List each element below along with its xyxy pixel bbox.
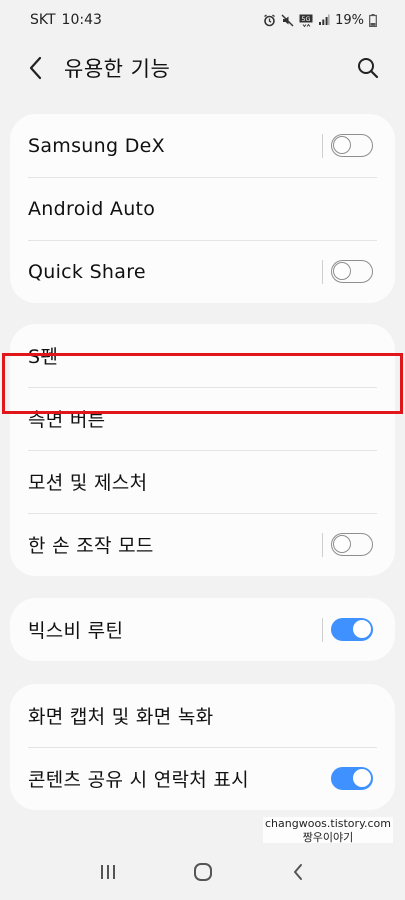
5g-icon: 5G xyxy=(299,14,313,27)
setting-side-button[interactable]: 측면 버튼 xyxy=(10,387,395,450)
navigation-bar xyxy=(0,843,405,900)
alarm-icon xyxy=(263,13,276,27)
setting-label: Samsung DeX xyxy=(28,134,165,157)
settings-list[interactable]: Samsung DeX Android Auto Quick Share S펜 … xyxy=(0,96,405,830)
setting-bixby-routines[interactable]: 빅스비 루틴 xyxy=(10,598,395,661)
settings-group-connections: Samsung DeX Android Auto Quick Share xyxy=(10,114,395,303)
setting-show-contacts-sharing[interactable]: 콘텐츠 공유 시 연락처 표시 xyxy=(10,747,395,810)
watermark-url: changwoos.tistory.com xyxy=(265,817,391,830)
page-title: 유용한 기능 xyxy=(64,57,171,81)
setting-quick-share[interactable]: Quick Share xyxy=(10,240,395,303)
battery-icon xyxy=(369,13,377,27)
home-button[interactable] xyxy=(183,852,223,892)
toggle-knob xyxy=(353,769,371,787)
status-bar: SKT 10:43 5G 19% xyxy=(0,0,405,40)
samsung-dex-toggle[interactable] xyxy=(331,134,373,157)
setting-s-pen[interactable]: S펜 xyxy=(10,324,395,387)
toggle-knob xyxy=(333,262,351,280)
toggle-knob xyxy=(333,136,351,154)
setting-label: Quick Share xyxy=(28,260,146,283)
toggle-knob xyxy=(353,620,371,638)
back-icon xyxy=(293,863,302,880)
recents-button[interactable] xyxy=(88,852,128,892)
app-header: 유용한 기능 xyxy=(0,40,405,96)
carrier-label: SKT xyxy=(30,12,56,28)
one-handed-mode-toggle[interactable] xyxy=(331,533,373,556)
setting-label: 모션 및 제스처 xyxy=(28,472,148,494)
setting-screenshots-recorder[interactable]: 화면 캡처 및 화면 녹화 xyxy=(10,684,395,747)
setting-label: 콘텐츠 공유 시 연락처 표시 xyxy=(28,769,249,791)
setting-label: 화면 캡처 및 화면 녹화 xyxy=(28,706,214,728)
watermark: changwoos.tistory.com 짱우이야기 xyxy=(263,817,393,845)
setting-label: 빅스비 루틴 xyxy=(28,620,124,642)
setting-label: 측면 버튼 xyxy=(28,409,106,431)
quick-share-toggle[interactable] xyxy=(331,260,373,283)
divider xyxy=(322,134,323,158)
search-button[interactable] xyxy=(353,53,383,83)
home-icon xyxy=(193,862,212,881)
show-contacts-toggle[interactable] xyxy=(331,767,373,790)
svg-text:5G: 5G xyxy=(302,15,311,23)
search-icon xyxy=(358,58,379,79)
bixby-routines-toggle[interactable] xyxy=(331,618,373,641)
divider xyxy=(322,618,323,642)
setting-label: S펜 xyxy=(28,346,59,368)
divider xyxy=(322,260,323,284)
toggle-knob xyxy=(333,535,351,553)
setting-android-auto[interactable]: Android Auto xyxy=(10,177,395,240)
divider xyxy=(322,533,323,557)
battery-label: 19% xyxy=(335,12,364,28)
setting-samsung-dex[interactable]: Samsung DeX xyxy=(10,114,395,177)
setting-label: Android Auto xyxy=(28,197,156,220)
chevron-left-icon xyxy=(29,56,42,80)
signal-icon xyxy=(318,14,330,26)
setting-label: 한 손 조작 모드 xyxy=(28,535,154,557)
setting-one-handed-mode[interactable]: 한 손 조작 모드 xyxy=(10,513,395,576)
settings-group-bixby: 빅스비 루틴 xyxy=(10,598,395,661)
nav-back-button[interactable] xyxy=(278,852,318,892)
settings-group-input: S펜 측면 버튼 모션 및 제스처 한 손 조작 모드 xyxy=(10,324,395,576)
settings-group-screen: 화면 캡처 및 화면 녹화 콘텐츠 공유 시 연락처 표시 xyxy=(10,684,395,810)
setting-motions-gestures[interactable]: 모션 및 제스처 xyxy=(10,450,395,513)
recents-icon xyxy=(100,864,115,879)
back-button[interactable] xyxy=(22,54,50,82)
clock: 10:43 xyxy=(61,12,102,28)
mute-icon xyxy=(281,14,294,27)
